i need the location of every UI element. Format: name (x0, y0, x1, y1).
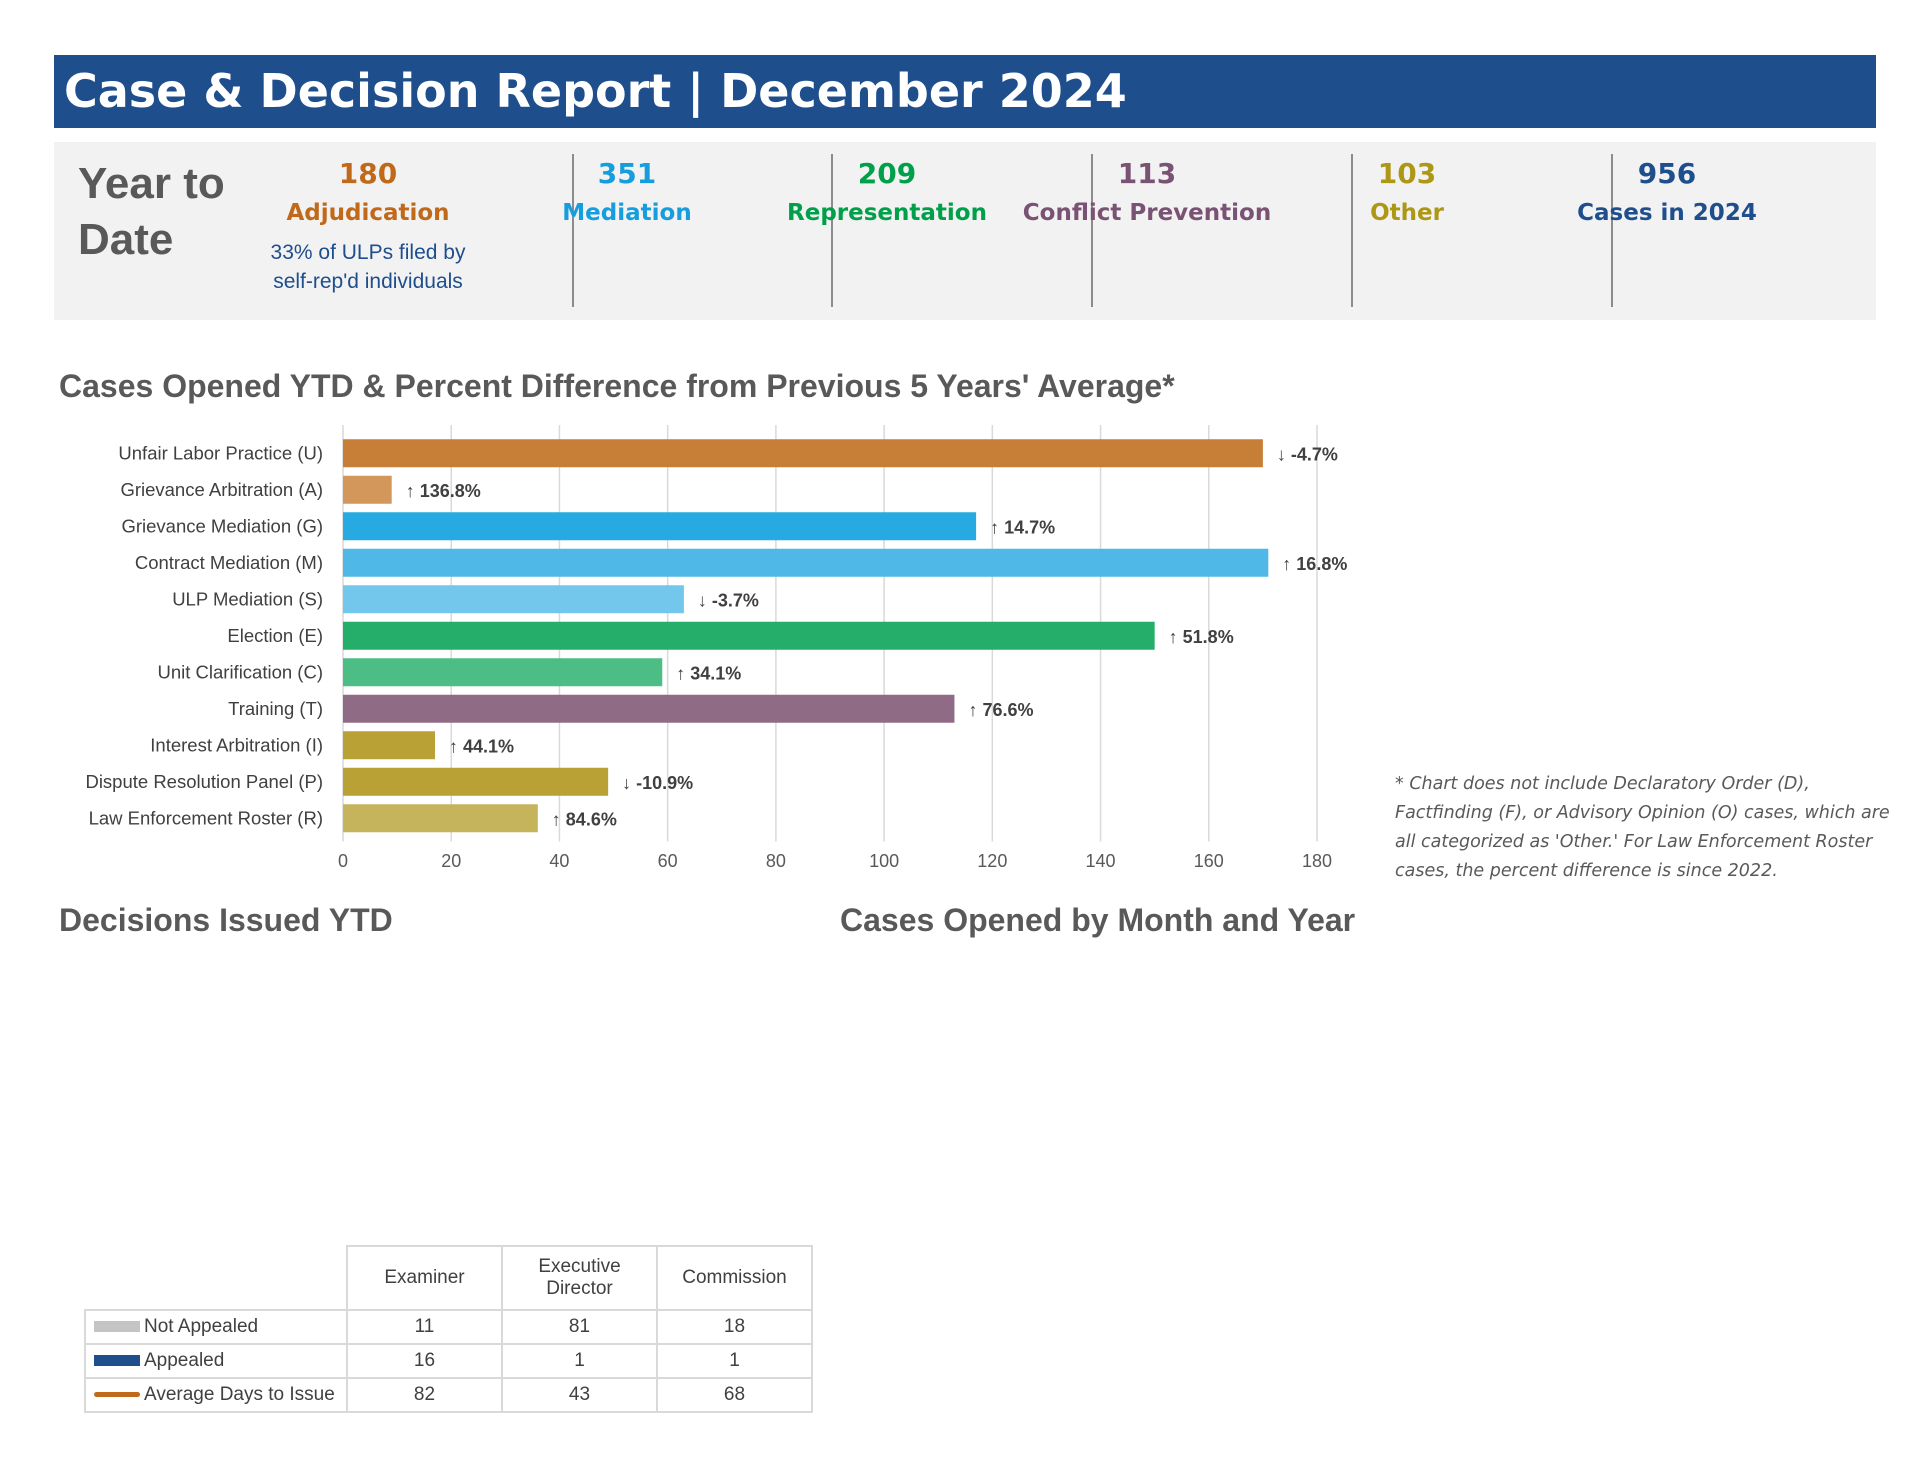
bar (343, 585, 684, 614)
decisions-data-table: Examiner Executive Director Commission N… (84, 1245, 813, 1413)
decisions-combo-chart (0, 950, 830, 1250)
stat-value: 180 (338, 157, 398, 190)
x-tick-label: 20 (441, 851, 461, 871)
table-cell: 82 (346, 1377, 503, 1413)
stat-value: 103 (1377, 157, 1437, 190)
table-row: Not Appealed 11 81 18 (84, 1309, 813, 1345)
stat-representation: 209 Representation (757, 154, 1017, 232)
legend-swatch (94, 1355, 140, 1367)
cases-opened-bar-chart: 0 20 40 60 80 100 120 140 160 180 Unfair Labor Pra… (85, 425, 1347, 871)
category-label: Grievance Arbitration (A) (120, 479, 323, 500)
column-header: Commission (656, 1245, 813, 1311)
chart-footnote: * Chart does not include Declaratory Ord… (1395, 774, 1890, 881)
legend-swatch (94, 1392, 140, 1398)
category-label: ULP Mediation (S) (172, 588, 323, 609)
pct-diff-label: ↑ 14.7% (990, 517, 1055, 537)
stat-note: 33% of ULPs filed by self-rep'd individu… (270, 241, 466, 293)
row-label: Appealed (144, 1350, 225, 1371)
cases-opened-chart-title: Cases Opened YTD & Percent Difference fr… (59, 368, 1175, 404)
stat-conflict-prevention: 113 Conflict Prevention (1017, 154, 1277, 232)
stat-label: Adjudication (286, 200, 450, 226)
x-tick-label: 80 (766, 851, 786, 871)
stat-mediation: 351 Mediation (497, 154, 757, 232)
table-cell: 81 (501, 1309, 658, 1345)
stat-value: 956 (1637, 157, 1697, 190)
table-cell: 68 (656, 1377, 813, 1413)
x-tick-label: 100 (869, 851, 899, 871)
x-tick-label: 180 (1302, 851, 1332, 871)
bar (343, 731, 435, 760)
bar (343, 694, 955, 723)
table-cell: 18 (656, 1309, 813, 1345)
x-tick-label: 160 (1194, 851, 1224, 871)
bar (343, 512, 977, 541)
table-row: Appealed 16 1 1 (84, 1343, 813, 1379)
category-label: Law Enforcement Roster (R) (89, 807, 323, 828)
table-row: Average Days to Issue 82 43 68 (84, 1377, 813, 1413)
bar (343, 767, 609, 796)
report-title: Case & Decision Report | December 2024 (54, 55, 1876, 128)
column-header: Executive Director (501, 1245, 658, 1311)
bar (343, 548, 1269, 577)
bar (343, 621, 1155, 650)
x-tick-label: 0 (338, 851, 348, 871)
category-label: Unfair Labor Practice (U) (118, 442, 323, 463)
pct-diff-label: ↑ 44.1% (449, 736, 514, 756)
pct-diff-label: ↑ 84.6% (552, 809, 617, 829)
column-header: Examiner (346, 1245, 503, 1311)
x-tick-label: 40 (549, 851, 569, 871)
table-corner (85, 1246, 348, 1311)
table-cell: 1 (501, 1343, 658, 1379)
legend-average-days: Average Days to Issue (84, 1377, 348, 1413)
bar (343, 439, 1263, 468)
december-donut-chart (1340, 220, 1900, 760)
table-cell: 11 (346, 1309, 503, 1345)
x-tick-label: 60 (658, 851, 678, 871)
stat-label: Conflict Prevention (1022, 200, 1272, 226)
table-cell: 43 (501, 1377, 658, 1413)
table-header-row: Examiner Executive Director Commission (85, 1245, 813, 1311)
row-label: Not Appealed (144, 1316, 259, 1337)
category-label: Interest Arbitration (I) (150, 734, 323, 755)
legend-swatch (94, 1321, 140, 1333)
table-cell: 1 (656, 1343, 813, 1379)
category-label: Contract Mediation (M) (135, 552, 323, 573)
bar (343, 804, 538, 833)
bar (343, 475, 392, 504)
category-label: Dispute Resolution Panel (P) (85, 771, 323, 792)
x-tick-label: 140 (1086, 851, 1116, 871)
stat-value: 351 (597, 157, 657, 190)
stat-label: Mediation (562, 200, 692, 226)
x-tick-label: 120 (977, 851, 1007, 871)
table-cell: 16 (346, 1343, 503, 1379)
row-label: Average Days to Issue (144, 1384, 335, 1405)
cases-by-month-chart (840, 960, 1800, 1420)
category-label: Election (E) (227, 625, 323, 646)
pct-diff-label: ↑ 51.8% (1169, 627, 1234, 647)
category-label: Unit Clarification (C) (157, 661, 323, 682)
bar (343, 658, 663, 687)
pct-diff-label: ↓ -3.7% (698, 590, 759, 610)
pct-diff-label: ↑ 16.8% (1282, 554, 1347, 574)
decisions-chart-title: Decisions Issued YTD (59, 902, 393, 938)
pct-diff-label: ↑ 34.1% (676, 663, 741, 683)
category-label: Grievance Mediation (G) (121, 515, 323, 536)
stat-value: 113 (1117, 157, 1177, 190)
legend-not-appealed: Not Appealed (84, 1309, 348, 1345)
stat-adjudication: 180 Adjudication 33% of ULPs filed by se… (238, 154, 498, 296)
pct-diff-label: ↓ -10.9% (622, 773, 693, 793)
stat-value: 209 (857, 157, 917, 190)
pct-diff-label: ↑ 136.8% (406, 481, 481, 501)
month-year-chart-title: Cases Opened by Month and Year (840, 902, 1356, 938)
stat-label: Representation (787, 200, 987, 226)
legend-appealed: Appealed (84, 1343, 348, 1379)
pct-diff-label: ↑ 76.6% (968, 700, 1033, 720)
pct-diff-label: ↓ -4.7% (1277, 444, 1338, 464)
category-label: Training (T) (228, 698, 323, 719)
